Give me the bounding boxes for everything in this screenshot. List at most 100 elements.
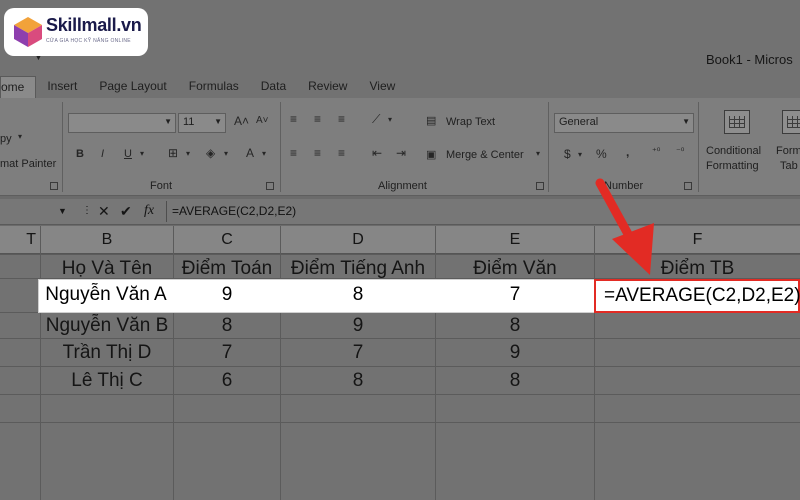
font-size-select[interactable]: 11 ▼ [178, 113, 226, 133]
shrink-font-icon[interactable]: A˅ [256, 115, 269, 126]
font-name-select[interactable]: ▼ [68, 113, 176, 133]
name-box-dropdown-icon[interactable]: ▼ [58, 206, 67, 216]
currency-button[interactable]: $ [564, 147, 571, 161]
table-cell-toan[interactable]: 8 [174, 312, 280, 340]
table-cell-van[interactable]: 8 [436, 367, 594, 395]
ribbon-separator [280, 102, 281, 192]
tab-formulas[interactable]: Formulas [178, 76, 250, 98]
chevron-down-icon: ▼ [164, 117, 172, 126]
copy-dropdown-icon[interactable]: ▾ [18, 132, 22, 141]
fill-color-icon[interactable]: ◈ [206, 146, 215, 160]
font-group-label: Font [150, 180, 173, 192]
window-title: Book1 - Micros [706, 52, 793, 67]
table-cell-toan[interactable]: 6 [174, 367, 280, 395]
enter-icon[interactable]: ✔ [120, 203, 132, 220]
fill-dropdown-icon[interactable]: ▾ [224, 149, 228, 158]
font-color-dropdown-icon[interactable]: ▾ [262, 149, 266, 158]
tab-insert[interactable]: Insert [36, 76, 88, 98]
align-right-icon[interactable]: ≡ [338, 146, 345, 160]
table-cell-anh[interactable]: 8 [281, 367, 435, 395]
clipboard-launcher-icon[interactable] [50, 182, 58, 190]
formula-input[interactable]: =AVERAGE(C2,D2,E2) [172, 204, 296, 218]
bold-button[interactable]: B [76, 148, 84, 160]
table-cell-anh[interactable]: 9 [281, 312, 435, 340]
column-header-a[interactable]: T [0, 226, 40, 254]
orientation-icon[interactable]: ⟋ [372, 112, 380, 127]
alignment-launcher-icon[interactable] [536, 182, 544, 190]
align-center-icon[interactable]: ≡ [314, 146, 321, 160]
font-launcher-icon[interactable] [266, 182, 274, 190]
table-cell-anh[interactable]: 8 [281, 279, 435, 313]
wrap-text-button[interactable]: Wrap Text [446, 116, 495, 128]
wrap-text-icon[interactable]: ▤ [426, 114, 436, 127]
number-format-select[interactable]: General ▼ [554, 113, 694, 133]
table-cell-toan[interactable]: 9 [174, 279, 280, 313]
alignment-group-label: Alignment [378, 180, 427, 192]
italic-button[interactable]: I [101, 148, 104, 160]
decrease-indent-icon[interactable]: ⇤ [372, 146, 382, 160]
cancel-icon[interactable]: ✕ [98, 203, 110, 220]
align-bottom-icon[interactable]: ≡ [338, 112, 345, 126]
formula-bar: ▼ ⋮ ✕ ✔ fx =AVERAGE(C2,D2,E2) [0, 199, 800, 225]
copy-button[interactable]: py [0, 133, 12, 145]
column-header-e[interactable]: E [436, 226, 594, 254]
align-top-icon[interactable]: ≡ [290, 112, 297, 126]
currency-dropdown-icon[interactable]: ▾ [578, 150, 582, 159]
table-cell-name[interactable]: Trần Thị D [41, 339, 173, 367]
increase-indent-icon[interactable]: ⇥ [396, 146, 406, 160]
skillmall-logo-icon [14, 17, 42, 47]
decrease-decimal-icon[interactable]: ⁻⁰ [676, 146, 684, 157]
more-icon: ⋮ [82, 205, 92, 216]
orientation-dropdown-icon[interactable]: ▾ [388, 115, 392, 124]
increase-decimal-icon[interactable]: ⁺⁰ [652, 146, 660, 157]
format-as-table-label-2[interactable]: Tab [780, 160, 798, 172]
skillmall-logo: Skillmall.vn CỬA GIA HỌC KỸ NĂNG ONLINE [4, 8, 148, 56]
font-color-icon[interactable]: A [246, 146, 254, 160]
table-cell-van[interactable]: 9 [436, 339, 594, 367]
comma-style-button[interactable]: , [626, 145, 629, 159]
grid-line [0, 422, 800, 423]
format-as-table-icon[interactable] [782, 110, 800, 134]
underline-button[interactable]: U [124, 148, 132, 160]
table-cell-toan[interactable]: 7 [174, 339, 280, 367]
table-cell-name[interactable]: Lê Thị C [41, 367, 173, 395]
chevron-down-icon: ▼ [214, 117, 222, 126]
logo-brand: Skillmall.vn [46, 15, 142, 35]
percent-button[interactable]: % [596, 147, 607, 161]
conditional-formatting-label-1[interactable]: Conditional [706, 145, 761, 157]
table-cell-anh[interactable]: 7 [281, 339, 435, 367]
pointer-arrow-icon [595, 178, 654, 275]
merge-center-icon[interactable]: ▣ [426, 148, 436, 161]
column-header-c[interactable]: C [174, 226, 280, 254]
conditional-formatting-icon[interactable] [724, 110, 750, 134]
insert-function-icon[interactable]: fx [144, 203, 154, 219]
tab-home[interactable]: ome [0, 76, 37, 98]
table-cell-name[interactable]: Nguyễn Văn A [39, 279, 173, 313]
column-header-b[interactable]: B [41, 226, 173, 254]
align-left-icon[interactable]: ≡ [290, 146, 297, 160]
merge-center-button[interactable]: Merge & Center [446, 149, 524, 161]
grow-font-icon[interactable]: A˄ [234, 114, 249, 128]
tab-page-layout[interactable]: Page Layout [88, 76, 177, 98]
ribbon-separator [62, 102, 63, 192]
format-as-table-label-1[interactable]: Form [776, 145, 800, 157]
table-cell-van[interactable]: 7 [436, 279, 594, 313]
borders-icon[interactable]: ⊞ [168, 146, 178, 160]
underline-dropdown-icon[interactable]: ▾ [140, 149, 144, 158]
tab-review[interactable]: Review [297, 76, 358, 98]
number-launcher-icon[interactable] [684, 182, 692, 190]
tab-view[interactable]: View [358, 76, 406, 98]
conditional-formatting-label-2[interactable]: Formatting [706, 160, 759, 172]
ribbon-tabs: ome Insert Page Layout Formulas Data Rev… [0, 76, 406, 98]
borders-dropdown-icon[interactable]: ▾ [186, 149, 190, 158]
column-header-d[interactable]: D [281, 226, 435, 254]
tab-data[interactable]: Data [250, 76, 297, 98]
merge-dropdown-icon[interactable]: ▾ [536, 149, 540, 158]
table-cell-van[interactable]: 8 [436, 312, 594, 340]
active-cell-formula: =AVERAGE(C2,D2,E2) [604, 285, 800, 306]
table-cell-name[interactable]: Nguyễn Văn B [41, 312, 173, 340]
format-painter-button[interactable]: mat Painter [0, 158, 56, 170]
ribbon-separator [548, 102, 549, 192]
align-middle-icon[interactable]: ≡ [314, 112, 321, 126]
logo-tagline: CỬA GIA HỌC KỸ NĂNG ONLINE [46, 38, 131, 44]
